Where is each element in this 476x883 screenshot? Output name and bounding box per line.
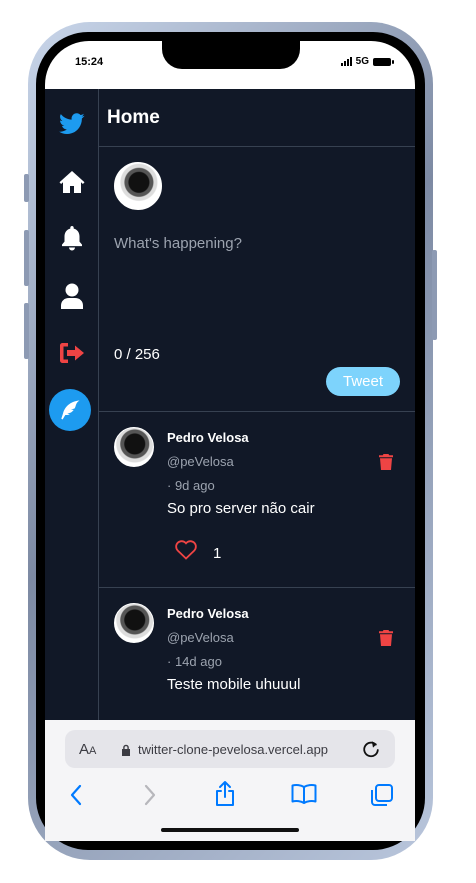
back-icon[interactable] bbox=[67, 782, 87, 808]
logout-icon bbox=[59, 343, 84, 363]
trash-icon[interactable] bbox=[379, 630, 393, 646]
forward-icon[interactable] bbox=[139, 782, 159, 808]
lock-icon bbox=[122, 744, 130, 756]
main-feed: Home What's happening? 0 / 256 Tweet Ped… bbox=[99, 89, 415, 720]
author-handle[interactable]: @peVelosa bbox=[167, 630, 234, 645]
volume-up-button bbox=[24, 230, 29, 286]
trash-icon[interactable] bbox=[379, 454, 393, 470]
battery-icon bbox=[373, 57, 394, 66]
bell-icon bbox=[61, 226, 82, 251]
author-handle[interactable]: @peVelosa bbox=[167, 454, 234, 469]
sidebar-item-logout[interactable] bbox=[45, 335, 98, 371]
page-header: Home bbox=[99, 89, 415, 147]
like-count: 1 bbox=[213, 545, 222, 562]
post-text: Teste mobile uhuuul bbox=[167, 676, 301, 693]
silent-switch bbox=[24, 174, 29, 202]
aa-small: A bbox=[89, 745, 97, 757]
power-button bbox=[432, 250, 437, 340]
safari-browser-bar: AA twitter-clone-pevelosa.vercel.app bbox=[45, 720, 415, 841]
share-icon[interactable] bbox=[213, 780, 237, 808]
notch bbox=[162, 41, 300, 69]
post-time: · 9d ago bbox=[167, 478, 215, 493]
twitter-app: Home What's happening? 0 / 256 Tweet Ped… bbox=[45, 89, 415, 720]
tweet-post: Pedro Velosa @peVelosa · 9d ago So pro s… bbox=[99, 412, 415, 588]
author-name[interactable]: Pedro Velosa bbox=[167, 606, 249, 621]
feather-icon bbox=[61, 400, 80, 420]
compose-tweet-button[interactable] bbox=[49, 389, 91, 431]
avatar[interactable] bbox=[114, 603, 154, 643]
sidebar-item-profile[interactable] bbox=[45, 278, 98, 314]
sidebar bbox=[45, 89, 99, 720]
twitter-bird-icon bbox=[58, 113, 85, 134]
sidebar-item-logo[interactable] bbox=[45, 106, 98, 142]
avatar bbox=[114, 162, 162, 210]
user-icon bbox=[60, 283, 83, 309]
tabs-icon[interactable] bbox=[370, 783, 394, 807]
sidebar-item-notifications[interactable] bbox=[45, 221, 98, 257]
post-time: · 14d ago bbox=[167, 654, 222, 669]
status-indicators: 5G bbox=[340, 56, 394, 67]
home-indicator[interactable] bbox=[161, 828, 299, 832]
reload-icon[interactable] bbox=[361, 739, 381, 759]
network-label: 5G bbox=[355, 56, 369, 67]
tweet-post: Pedro Velosa @peVelosa · 14d ago Teste m… bbox=[99, 588, 415, 720]
signal-icon bbox=[340, 57, 352, 66]
home-icon bbox=[59, 171, 84, 193]
aa-large: A bbox=[79, 741, 90, 758]
url-text: twitter-clone-pevelosa.vercel.app bbox=[138, 742, 329, 757]
volume-down-button bbox=[24, 303, 29, 359]
status-time: 15:24 bbox=[75, 56, 104, 68]
author-name[interactable]: Pedro Velosa bbox=[167, 430, 249, 445]
char-counter: 0 / 256 bbox=[114, 346, 160, 363]
tweet-button[interactable]: Tweet bbox=[326, 367, 400, 396]
heart-icon[interactable] bbox=[175, 540, 197, 560]
page-title: Home bbox=[107, 106, 160, 128]
tweet-input[interactable]: What's happening? bbox=[114, 235, 242, 252]
bookmarks-icon[interactable] bbox=[291, 783, 317, 805]
reader-options-button[interactable]: AA bbox=[79, 741, 96, 758]
tweet-composer: What's happening? 0 / 256 Tweet bbox=[99, 147, 415, 412]
avatar[interactable] bbox=[114, 427, 154, 467]
address-bar[interactable]: AA twitter-clone-pevelosa.vercel.app bbox=[65, 730, 395, 768]
post-text: So pro server não cair bbox=[167, 500, 315, 517]
sidebar-item-home[interactable] bbox=[45, 164, 98, 200]
